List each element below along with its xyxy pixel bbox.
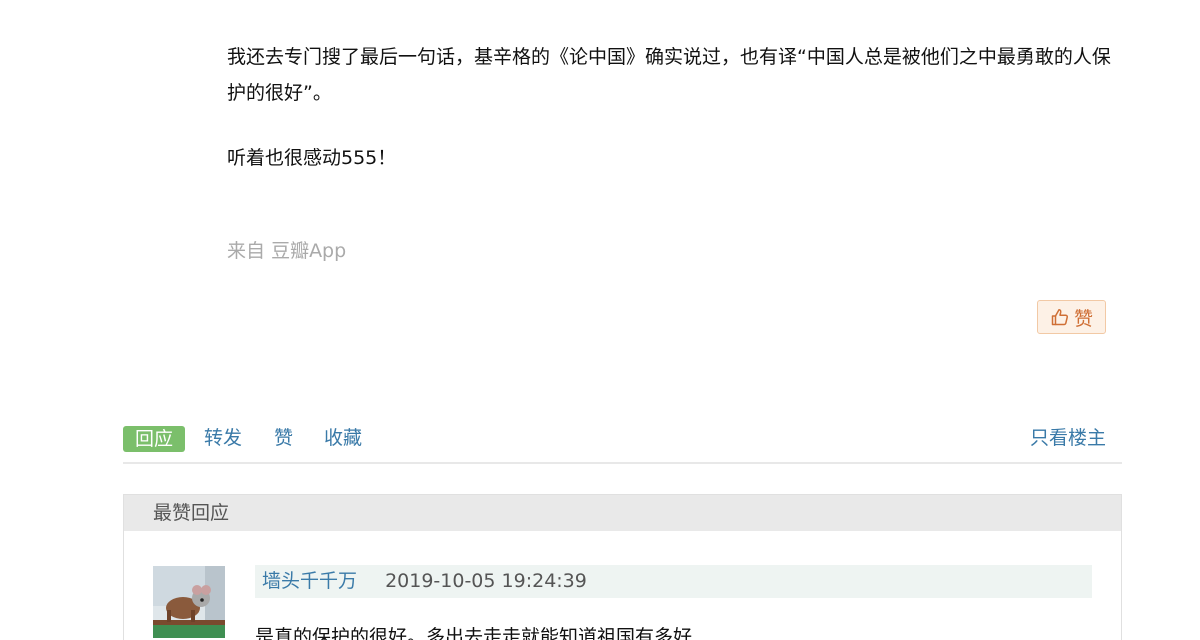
post-paragraph: 我还去专门搜了最后一句话，基辛格的《论中国》确实说过，也有译“中国人总是被他们之… [227,46,1111,104]
source-prefix: 来自 [227,240,266,262]
topic-page: 我还去专门搜了最后一句话，基辛格的《论中国》确实说过，也有译“中国人总是被他们之… [0,0,1200,640]
forward-link[interactable]: 转发 [204,424,242,452]
comment-time: 2019-10-05 19:24:39 [385,570,587,592]
avatar[interactable] [153,566,225,638]
post-like-button[interactable]: 赞 [1037,300,1106,334]
thumbs-up-icon [1050,307,1070,327]
only-op-link[interactable]: 只看楼主 [1030,424,1106,452]
like-link[interactable]: 赞 [274,424,293,452]
comment-author-link[interactable]: 墙头千千万 [262,570,357,592]
post-like-label: 赞 [1073,307,1093,330]
action-bar: 回应 转发 赞 收藏 只看楼主 [123,424,1122,464]
post-source: 来自 豆瓣App [227,236,346,263]
post-paragraph: 听着也很感动555！ [227,147,397,169]
comment-meta: 墙头千千万 2019-10-05 19:24:39 [255,565,1092,598]
collect-link[interactable]: 收藏 [324,424,362,452]
best-replies-header: 最赞回应 [124,495,1121,531]
best-replies-section: 最赞回应 墙头千千万 2019-10-05 19:24:39 是真的保护的很好。… [123,494,1122,640]
source-app-link[interactable]: 豆瓣App [271,240,346,262]
comment-text: 是真的保护的很好。多出去走走就能知道祖国有多好 [255,626,693,640]
reply-button[interactable]: 回应 [123,426,185,452]
